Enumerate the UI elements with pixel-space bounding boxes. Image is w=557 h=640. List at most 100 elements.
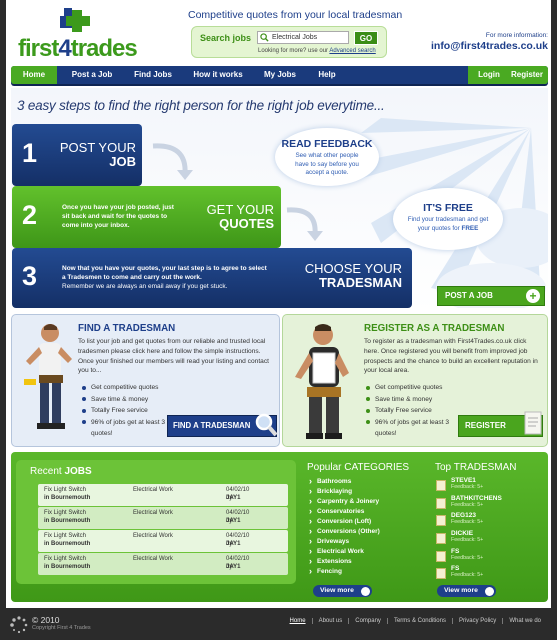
- footer-link-privacy[interactable]: Privacy Policy: [451, 618, 502, 624]
- tradesman-name: DEG123: [451, 512, 476, 520]
- category-link[interactable]: Electrical Work: [309, 547, 380, 557]
- nav-my-jobs[interactable]: My Jobs: [255, 66, 305, 84]
- table-row[interactable]: Fix Light Switch in Bournemouth Electric…: [38, 484, 288, 506]
- category-link[interactable]: Carpentry & Joinery: [309, 497, 380, 507]
- top-tradesman-title: Top TRADESMAN: [435, 462, 517, 473]
- step-number: 3: [22, 261, 38, 291]
- tradesman-view-more-button[interactable]: View more: [437, 585, 496, 597]
- tradesman-with-clipboard-illustration: [295, 324, 349, 439]
- categories-view-more-button[interactable]: View more: [313, 585, 372, 597]
- page: first4trades Competitive quotes from you…: [6, 0, 551, 608]
- listings-area: Recent JOBS Fix Light Switch in Bournemo…: [11, 452, 548, 602]
- job-title: Fix Light Switch: [44, 533, 87, 539]
- main-nav: Home Post a Job Find Jobs How it works M…: [11, 66, 548, 86]
- job-category: Electrical Work: [133, 510, 173, 516]
- free-bubble: IT'S FREE Find your tradesman and get yo…: [393, 188, 503, 250]
- footer-links: Home About us Company Terms & Conditions…: [284, 618, 547, 624]
- tradesman-feedback: Feedback: 5+: [451, 484, 484, 490]
- nav-account: Login Register: [468, 66, 548, 84]
- nav-login[interactable]: Login: [472, 66, 506, 84]
- post-job-button[interactable]: POST A JOB +: [437, 286, 545, 306]
- category-link[interactable]: Bathrooms: [309, 477, 380, 487]
- footer-link-about[interactable]: About us: [311, 618, 349, 624]
- tradesman-name: FS: [451, 547, 460, 555]
- search-box: Search jobs Electrical Jobs GO Looking f…: [191, 26, 387, 58]
- tradesman-illustration: [24, 324, 72, 429]
- tradesman-badge-icon: [436, 480, 446, 491]
- nav-help[interactable]: Help: [309, 66, 345, 84]
- job-location: in Bournemouth: [44, 541, 91, 547]
- register-tradesman-panel: REGISTER AS A TRADESMAN To register as a…: [282, 314, 548, 447]
- footer-link-company[interactable]: Company: [348, 618, 387, 624]
- list-item[interactable]: FS Feedback: 5+: [436, 565, 502, 583]
- category-link[interactable]: Conversion (Loft): [309, 517, 380, 527]
- list-item: Totally Free service: [366, 405, 454, 417]
- category-link[interactable]: Driveways: [309, 537, 380, 547]
- search-go-button[interactable]: GO: [354, 31, 378, 45]
- job-title: Fix Light Switch: [44, 556, 87, 562]
- contact-info: For more information: info@first4trades.…: [430, 32, 548, 52]
- tradesman-badge-icon: [436, 568, 446, 580]
- categories-title: Popular CATEGORIES: [307, 462, 410, 473]
- job-title: Fix Light Switch: [44, 510, 87, 516]
- job-poster: by: JAY1: [226, 541, 241, 547]
- category-link[interactable]: Fencing: [309, 567, 380, 577]
- list-item: 96% of jobs get at least 3 quotes!: [366, 417, 454, 440]
- tradesman-name: DICKIE: [451, 530, 474, 538]
- step-post-job: 1 POST YOUR JOB: [12, 124, 142, 186]
- list-item[interactable]: DICKIE Feedback: 5+: [436, 530, 502, 548]
- list-item: Save time & money: [82, 394, 167, 406]
- job-location: in Bournemouth: [44, 518, 91, 524]
- site-logo[interactable]: first4trades: [18, 8, 148, 62]
- advanced-search-link[interactable]: Advanced search: [329, 48, 375, 54]
- step-number: 2: [22, 200, 38, 230]
- list-item: Totally Free service: [82, 405, 167, 417]
- job-category: Electrical Work: [133, 487, 173, 493]
- nav-find-jobs[interactable]: Find Jobs: [127, 66, 179, 84]
- job-poster: by: JAY1: [226, 495, 241, 501]
- nav-register[interactable]: Register: [508, 66, 546, 84]
- register-button[interactable]: REGISTER: [458, 411, 543, 437]
- curved-arrow-icon: [152, 143, 193, 180]
- category-link[interactable]: Conversions (Other): [309, 527, 380, 537]
- register-benefits-list: Get competitive quotes Save time & money…: [366, 382, 454, 440]
- list-item[interactable]: DEG123 Feedback: 5+: [436, 512, 502, 530]
- footer-link-what-we-do[interactable]: What we do: [502, 618, 547, 624]
- list-item[interactable]: FS Feedback: 5+: [436, 548, 502, 566]
- search-input[interactable]: Electrical Jobs: [257, 31, 349, 44]
- table-row[interactable]: Fix Light Switch in Bournemouth Electric…: [38, 530, 288, 552]
- contact-email[interactable]: info@first4trades.co.uk: [430, 40, 548, 52]
- footer-link-terms[interactable]: Terms & Conditions: [386, 618, 452, 624]
- top-tradesman-list: STEVE1 Feedback: 5+ BATHKITCHENS Feedbac…: [436, 477, 502, 583]
- list-item[interactable]: BATHKITCHENS Feedback: 5+: [436, 495, 502, 513]
- nav-how-it-works[interactable]: How it works: [187, 66, 249, 84]
- job-poster: by: JAY1: [226, 564, 241, 570]
- step-description: Now that you have your quotes, your last…: [62, 265, 267, 290]
- tradesman-name: FS: [451, 565, 460, 573]
- list-item: Save time & money: [366, 394, 454, 406]
- spinner-logo-icon: [10, 616, 28, 634]
- find-tradesman-button[interactable]: FIND A TRADESMAN: [167, 413, 278, 437]
- category-link[interactable]: Bricklaying: [309, 487, 380, 497]
- step-heading: POST YOUR JOB: [59, 140, 136, 169]
- footer-link-home[interactable]: Home: [284, 618, 312, 624]
- hero-steps: 3 easy steps to find the right person fo…: [11, 88, 548, 312]
- table-row[interactable]: Fix Light Switch in Bournemouth Electric…: [38, 507, 288, 529]
- nav-home[interactable]: Home: [11, 66, 57, 84]
- arrow-right-icon: [361, 586, 370, 596]
- plus-icon: +: [526, 289, 540, 303]
- tradesman-badge-icon: [436, 533, 446, 545]
- category-link[interactable]: Extensions: [309, 557, 380, 567]
- table-row[interactable]: Fix Light Switch in Bournemouth Electric…: [38, 553, 288, 575]
- tradesman-feedback: Feedback: 5+: [451, 554, 484, 561]
- step-number: 1: [22, 138, 38, 168]
- find-benefits-list: Get competitive quotes Save time & money…: [82, 382, 167, 440]
- tradesman-feedback: Feedback: 5+: [451, 572, 484, 579]
- nav-post-job[interactable]: Post a Job: [63, 66, 121, 84]
- list-item[interactable]: STEVE1 Feedback: 5+: [436, 477, 502, 495]
- recent-jobs-list: Fix Light Switch in Bournemouth Electric…: [38, 484, 288, 576]
- plus-logo-icon: [60, 8, 90, 32]
- category-link[interactable]: Conservatories: [309, 507, 380, 517]
- tradesman-feedback: Feedback: 5+: [451, 537, 484, 544]
- logo-wordmark: first4trades: [18, 35, 138, 62]
